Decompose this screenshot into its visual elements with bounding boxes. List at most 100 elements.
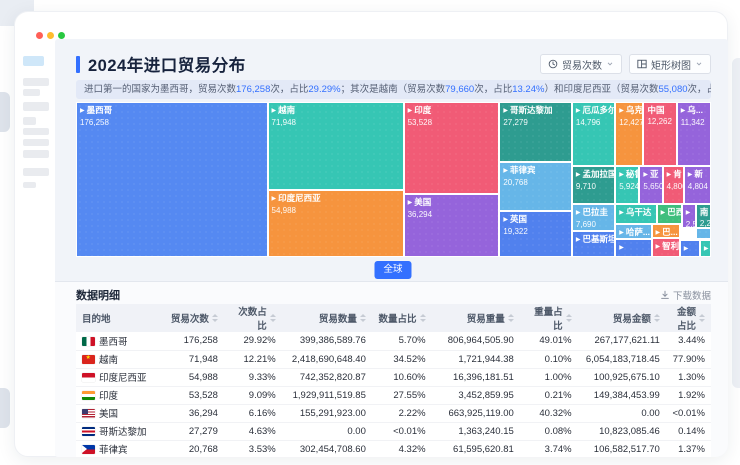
maximize-window-icon[interactable] — [58, 32, 65, 39]
table-row[interactable]: 哥斯达黎加27,2794.63%0.00<0.01%1,363,240.150.… — [76, 422, 711, 440]
treemap-cell-label: ▶乌克兰 — [619, 105, 639, 117]
sidebar-item[interactable] — [23, 150, 49, 158]
treemap-cell[interactable]: ▶哥斯达黎加27,279 — [499, 102, 572, 162]
table-row[interactable]: 越南71,94812.21%2,418,690,648.4034.52%1,72… — [76, 350, 711, 368]
destination-label: 菲律宾 — [99, 445, 128, 456]
column-header[interactable]: 数量占比 — [372, 304, 432, 332]
metric-select[interactable]: 贸易次数 — [540, 54, 622, 74]
sort-icon[interactable] — [360, 314, 366, 322]
treemap-cell-label: ▶孟加拉国 — [576, 169, 611, 181]
sidebar-item[interactable] — [23, 128, 49, 135]
treemap-cell[interactable]: ▶智利 — [652, 238, 680, 257]
column-header[interactable]: 贸易数量 — [282, 304, 372, 332]
sidebar-item[interactable] — [23, 168, 49, 176]
table-row[interactable]: 菲律宾20,7683.53%302,454,708.604.32%61,595,… — [76, 440, 711, 457]
treemap-cell[interactable]: ▶乌干达 — [615, 204, 656, 224]
sidebar-item[interactable] — [23, 182, 36, 188]
column-header[interactable]: 次数占比 — [224, 304, 282, 332]
treemap-cell[interactable]: ▶秘鲁5,924 — [615, 166, 639, 204]
sort-icon[interactable] — [508, 314, 514, 322]
treemap-cell[interactable]: ▶肯4,806 — [663, 166, 684, 204]
value-cell: 0.14% — [666, 422, 711, 440]
treemap-cell[interactable] — [696, 228, 711, 239]
chart-type-select[interactable]: 矩形树图 — [629, 54, 711, 74]
close-window-icon[interactable] — [36, 32, 43, 39]
sidebar-item[interactable] — [23, 89, 40, 96]
global-scope-button[interactable]: 全球 — [374, 261, 411, 279]
treemap-cell[interactable]: ▶越南71,948 — [268, 102, 404, 190]
sidebar-item[interactable] — [23, 117, 36, 125]
flag-id-icon — [82, 373, 95, 382]
treemap-cell-label: 南 — [700, 207, 707, 218]
treemap-cell[interactable]: ▶厄瓜多尔14,796 — [572, 102, 615, 166]
column-header[interactable]: 贸易金额 — [578, 304, 666, 332]
treemap-cell[interactable]: ▶乌...11,342 — [677, 102, 711, 166]
column-header: 目的地 — [76, 304, 160, 332]
treemap-cell[interactable]: 中国12,262 — [643, 102, 676, 166]
column-header[interactable]: 重量占比 — [520, 304, 578, 332]
minimize-window-icon[interactable] — [47, 32, 54, 39]
treemap-cell[interactable]: ▶孟加拉国9,710 — [572, 166, 615, 204]
destination-label: 哥斯达黎加 — [99, 427, 147, 438]
treemap-cell[interactable]: ▶印度尼西亚54,988 — [268, 190, 404, 257]
expand-icon: ▶ — [408, 108, 413, 114]
treemap-cell-value: 12,262 — [647, 117, 672, 126]
treemap-cell[interactable]: ▶巴基斯坦 — [572, 231, 615, 257]
treemap-cell-label: ▶厄瓜多尔 — [576, 105, 611, 117]
treemap-cell[interactable]: ▶巴... — [652, 224, 680, 238]
destination-cell: 菲律宾 — [76, 440, 160, 457]
column-header[interactable]: 贸易重量 — [432, 304, 520, 332]
sort-icon[interactable] — [566, 314, 572, 322]
sidebar-item[interactable] — [23, 139, 49, 146]
treemap-cell[interactable]: ▶ — [615, 239, 651, 257]
column-header[interactable]: 贸易次数 — [160, 304, 224, 332]
treemap-cell[interactable]: ▶哈萨... — [615, 224, 651, 239]
destination-cell: 哥斯达黎加 — [76, 422, 160, 440]
treemap-cell[interactable]: ▶印度53,528 — [404, 102, 500, 194]
treemap-cell[interactable]: ▶英国19,322 — [499, 211, 572, 257]
treemap-cell-label: ▶ — [686, 207, 692, 219]
treemap-cell[interactable]: ▶美国36,294 — [404, 194, 500, 257]
treemap-cell-value: 20,768 — [503, 178, 568, 187]
treemap-cell[interactable]: ▶乌克兰12,427 — [615, 102, 643, 166]
sort-icon[interactable] — [420, 314, 426, 322]
destination-label: 美国 — [99, 409, 118, 420]
value-cell: 54,988 — [160, 368, 224, 386]
table-row[interactable]: 印度53,5289.09%1,929,911,519.8527.55%3,452… — [76, 386, 711, 404]
table-row[interactable]: 墨西哥176,25829.92%399,386,589.765.70%806,9… — [76, 332, 711, 350]
value-cell: 3,452,859.95 — [432, 386, 520, 404]
treemap-cell[interactable]: ▶ — [700, 240, 711, 257]
treemap-cell-label: ▶墨西哥 — [80, 105, 264, 117]
treemap-cell[interactable]: ▶巴拉圭7,690 — [572, 204, 615, 231]
column-header[interactable]: 金额占比 — [666, 304, 711, 332]
value-cell: 1.30% — [666, 368, 711, 386]
value-cell: 399,386,589.76 — [282, 332, 372, 350]
sidebar-item[interactable] — [23, 102, 49, 111]
treemap-cell[interactable]: ▶菲律宾20,768 — [499, 162, 572, 211]
table-row[interactable]: 印度尼西亚54,9889.33%742,352,820.8710.60%16,3… — [76, 368, 711, 386]
sort-icon[interactable] — [270, 314, 276, 322]
sidebar-item-active[interactable] — [23, 56, 44, 66]
expand-icon: ▶ — [576, 237, 581, 243]
column-header-label: 贸易重量 — [467, 311, 505, 325]
treemap-cell[interactable]: ▶亚5,650 — [639, 166, 662, 204]
treemap-cell-label: ▶越南 — [272, 105, 400, 117]
value-cell: 0.21% — [520, 386, 578, 404]
treemap-cell[interactable]: ▶ — [680, 240, 700, 257]
treemap-cell-value: 53,528 — [408, 118, 496, 127]
treemap-cell[interactable]: ▶2,5 — [682, 204, 696, 228]
sort-icon[interactable] — [699, 314, 705, 322]
treemap-cell[interactable]: ▶巴西 — [657, 204, 682, 224]
sort-icon[interactable] — [212, 314, 218, 322]
treemap-cell[interactable]: ▶墨西哥176,258 — [76, 102, 268, 257]
value-cell: 12.21% — [224, 350, 282, 368]
treemap-cell[interactable]: ▶新4,804 — [684, 166, 711, 204]
sidebar-item[interactable] — [23, 78, 49, 86]
treemap-icon — [637, 59, 647, 69]
value-cell: 0.00 — [578, 404, 666, 422]
value-cell: 6,054,183,718.45 — [578, 350, 666, 368]
sort-icon[interactable] — [654, 314, 660, 322]
table-row[interactable]: 美国36,2946.16%155,291,923.002.22%663,925,… — [76, 404, 711, 422]
download-data-link[interactable]: 下载数据 — [660, 288, 711, 302]
treemap-cell[interactable]: 南2,2 — [696, 204, 711, 228]
